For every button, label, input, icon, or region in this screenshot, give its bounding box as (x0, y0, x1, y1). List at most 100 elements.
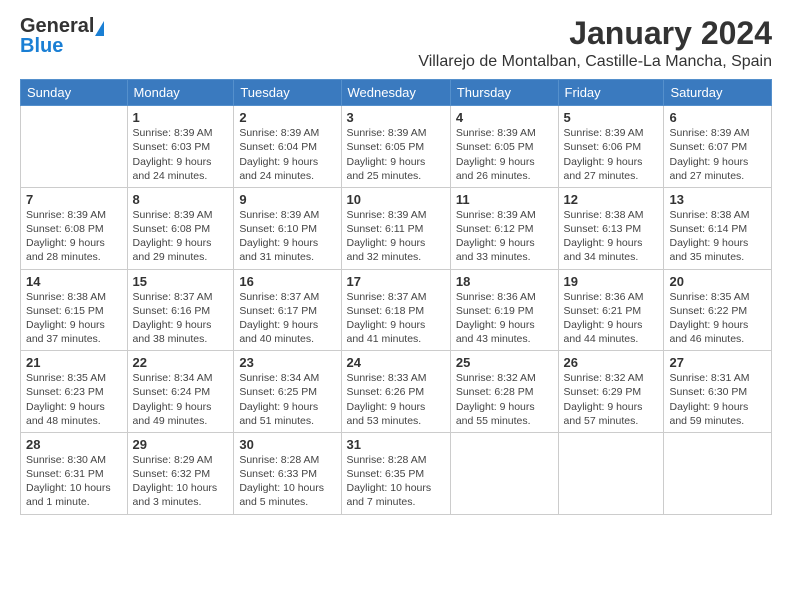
table-cell: 24Sunrise: 8:33 AMSunset: 6:26 PMDayligh… (341, 351, 450, 433)
day-number: 5 (564, 110, 659, 125)
table-cell (664, 432, 772, 514)
table-cell: 19Sunrise: 8:36 AMSunset: 6:21 PMDayligh… (558, 269, 664, 351)
day-info: Sunrise: 8:39 AMSunset: 6:05 PMDaylight:… (347, 126, 445, 183)
logo: General Blue (20, 16, 104, 56)
day-number: 23 (239, 355, 335, 370)
header-thursday: Thursday (450, 80, 558, 106)
table-cell: 17Sunrise: 8:37 AMSunset: 6:18 PMDayligh… (341, 269, 450, 351)
table-cell (558, 432, 664, 514)
day-info: Sunrise: 8:30 AMSunset: 6:31 PMDaylight:… (26, 453, 122, 510)
table-cell: 15Sunrise: 8:37 AMSunset: 6:16 PMDayligh… (127, 269, 234, 351)
table-cell: 12Sunrise: 8:38 AMSunset: 6:13 PMDayligh… (558, 187, 664, 269)
day-info: Sunrise: 8:39 AMSunset: 6:04 PMDaylight:… (239, 126, 335, 183)
table-cell: 29Sunrise: 8:29 AMSunset: 6:32 PMDayligh… (127, 432, 234, 514)
table-cell: 31Sunrise: 8:28 AMSunset: 6:35 PMDayligh… (341, 432, 450, 514)
day-number: 19 (564, 274, 659, 289)
day-number: 3 (347, 110, 445, 125)
table-cell: 30Sunrise: 8:28 AMSunset: 6:33 PMDayligh… (234, 432, 341, 514)
table-cell: 11Sunrise: 8:39 AMSunset: 6:12 PMDayligh… (450, 187, 558, 269)
calendar-week-5: 28Sunrise: 8:30 AMSunset: 6:31 PMDayligh… (21, 432, 772, 514)
table-cell: 4Sunrise: 8:39 AMSunset: 6:05 PMDaylight… (450, 106, 558, 188)
header-monday: Monday (127, 80, 234, 106)
calendar-week-2: 7Sunrise: 8:39 AMSunset: 6:08 PMDaylight… (21, 187, 772, 269)
day-info: Sunrise: 8:38 AMSunset: 6:15 PMDaylight:… (26, 290, 122, 347)
day-info: Sunrise: 8:28 AMSunset: 6:33 PMDaylight:… (239, 453, 335, 510)
day-info: Sunrise: 8:36 AMSunset: 6:21 PMDaylight:… (564, 290, 659, 347)
logo-blue: Blue (20, 35, 63, 57)
day-info: Sunrise: 8:39 AMSunset: 6:03 PMDaylight:… (133, 126, 229, 183)
logo-chevron-icon (95, 21, 104, 36)
table-cell: 21Sunrise: 8:35 AMSunset: 6:23 PMDayligh… (21, 351, 128, 433)
day-info: Sunrise: 8:39 AMSunset: 6:07 PMDaylight:… (669, 126, 766, 183)
table-cell: 28Sunrise: 8:30 AMSunset: 6:31 PMDayligh… (21, 432, 128, 514)
day-number: 20 (669, 274, 766, 289)
table-cell: 26Sunrise: 8:32 AMSunset: 6:29 PMDayligh… (558, 351, 664, 433)
day-number: 26 (564, 355, 659, 370)
day-number: 7 (26, 192, 122, 207)
table-cell: 14Sunrise: 8:38 AMSunset: 6:15 PMDayligh… (21, 269, 128, 351)
header: General Blue January 2024 Villarejo de M… (20, 16, 772, 71)
day-info: Sunrise: 8:34 AMSunset: 6:24 PMDaylight:… (133, 371, 229, 428)
day-number: 14 (26, 274, 122, 289)
day-number: 10 (347, 192, 445, 207)
day-number: 22 (133, 355, 229, 370)
day-number: 9 (239, 192, 335, 207)
day-info: Sunrise: 8:36 AMSunset: 6:19 PMDaylight:… (456, 290, 553, 347)
day-info: Sunrise: 8:29 AMSunset: 6:32 PMDaylight:… (133, 453, 229, 510)
table-cell: 9Sunrise: 8:39 AMSunset: 6:10 PMDaylight… (234, 187, 341, 269)
title-block: January 2024 Villarejo de Montalban, Cas… (418, 16, 772, 71)
table-cell: 2Sunrise: 8:39 AMSunset: 6:04 PMDaylight… (234, 106, 341, 188)
table-cell (450, 432, 558, 514)
day-number: 30 (239, 437, 335, 452)
table-cell: 3Sunrise: 8:39 AMSunset: 6:05 PMDaylight… (341, 106, 450, 188)
day-number: 25 (456, 355, 553, 370)
day-info: Sunrise: 8:39 AMSunset: 6:08 PMDaylight:… (26, 208, 122, 265)
calendar-week-1: 1Sunrise: 8:39 AMSunset: 6:03 PMDaylight… (21, 106, 772, 188)
table-cell: 23Sunrise: 8:34 AMSunset: 6:25 PMDayligh… (234, 351, 341, 433)
table-cell (21, 106, 128, 188)
day-number: 13 (669, 192, 766, 207)
day-info: Sunrise: 8:39 AMSunset: 6:12 PMDaylight:… (456, 208, 553, 265)
header-saturday: Saturday (664, 80, 772, 106)
day-info: Sunrise: 8:39 AMSunset: 6:10 PMDaylight:… (239, 208, 335, 265)
day-info: Sunrise: 8:39 AMSunset: 6:05 PMDaylight:… (456, 126, 553, 183)
calendar-week-3: 14Sunrise: 8:38 AMSunset: 6:15 PMDayligh… (21, 269, 772, 351)
day-info: Sunrise: 8:39 AMSunset: 6:06 PMDaylight:… (564, 126, 659, 183)
table-cell: 22Sunrise: 8:34 AMSunset: 6:24 PMDayligh… (127, 351, 234, 433)
table-cell: 1Sunrise: 8:39 AMSunset: 6:03 PMDaylight… (127, 106, 234, 188)
day-info: Sunrise: 8:31 AMSunset: 6:30 PMDaylight:… (669, 371, 766, 428)
day-info: Sunrise: 8:32 AMSunset: 6:29 PMDaylight:… (564, 371, 659, 428)
day-number: 31 (347, 437, 445, 452)
header-wednesday: Wednesday (341, 80, 450, 106)
day-info: Sunrise: 8:32 AMSunset: 6:28 PMDaylight:… (456, 371, 553, 428)
calendar-table: Sunday Monday Tuesday Wednesday Thursday… (20, 79, 772, 514)
calendar-header-row: Sunday Monday Tuesday Wednesday Thursday… (21, 80, 772, 106)
day-info: Sunrise: 8:33 AMSunset: 6:26 PMDaylight:… (347, 371, 445, 428)
table-cell: 5Sunrise: 8:39 AMSunset: 6:06 PMDaylight… (558, 106, 664, 188)
table-cell: 25Sunrise: 8:32 AMSunset: 6:28 PMDayligh… (450, 351, 558, 433)
day-info: Sunrise: 8:28 AMSunset: 6:35 PMDaylight:… (347, 453, 445, 510)
day-info: Sunrise: 8:39 AMSunset: 6:08 PMDaylight:… (133, 208, 229, 265)
day-number: 4 (456, 110, 553, 125)
day-info: Sunrise: 8:35 AMSunset: 6:22 PMDaylight:… (669, 290, 766, 347)
day-number: 24 (347, 355, 445, 370)
day-info: Sunrise: 8:38 AMSunset: 6:14 PMDaylight:… (669, 208, 766, 265)
table-cell: 18Sunrise: 8:36 AMSunset: 6:19 PMDayligh… (450, 269, 558, 351)
day-number: 18 (456, 274, 553, 289)
location-subtitle: Villarejo de Montalban, Castille-La Manc… (418, 53, 772, 71)
day-info: Sunrise: 8:37 AMSunset: 6:17 PMDaylight:… (239, 290, 335, 347)
table-cell: 7Sunrise: 8:39 AMSunset: 6:08 PMDaylight… (21, 187, 128, 269)
table-cell: 8Sunrise: 8:39 AMSunset: 6:08 PMDaylight… (127, 187, 234, 269)
day-number: 29 (133, 437, 229, 452)
day-number: 28 (26, 437, 122, 452)
day-number: 2 (239, 110, 335, 125)
table-cell: 27Sunrise: 8:31 AMSunset: 6:30 PMDayligh… (664, 351, 772, 433)
day-info: Sunrise: 8:37 AMSunset: 6:18 PMDaylight:… (347, 290, 445, 347)
page-container: General Blue January 2024 Villarejo de M… (0, 0, 792, 525)
day-number: 6 (669, 110, 766, 125)
table-cell: 10Sunrise: 8:39 AMSunset: 6:11 PMDayligh… (341, 187, 450, 269)
header-tuesday: Tuesday (234, 80, 341, 106)
day-info: Sunrise: 8:37 AMSunset: 6:16 PMDaylight:… (133, 290, 229, 347)
logo-general: General (20, 16, 94, 36)
header-friday: Friday (558, 80, 664, 106)
